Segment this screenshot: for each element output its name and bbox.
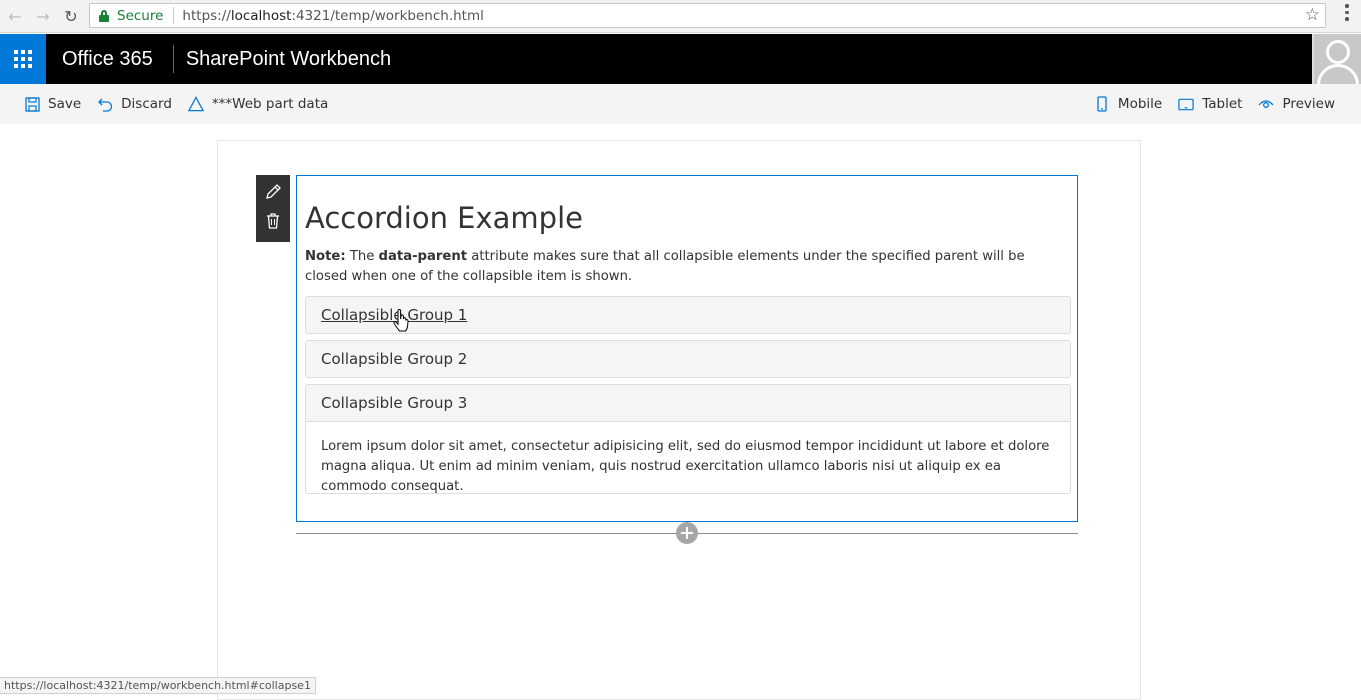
suite-bar: Office 365 SharePoint Workbench (0, 34, 1361, 84)
browser-toolbar: ← → ↻ Secure https://localhost:4321/temp… (0, 0, 1361, 33)
add-webpart-plus-icon[interactable] (676, 522, 698, 544)
tablet-icon (1178, 96, 1194, 112)
preview-button[interactable]: Preview (1250, 84, 1343, 124)
web-part-data-button[interactable]: ***Web part data (180, 84, 336, 124)
back-icon[interactable]: ← (2, 3, 28, 29)
app-title: SharePoint Workbench (185, 47, 392, 70)
avatar[interactable] (1312, 34, 1361, 84)
delete-trash-icon[interactable] (265, 212, 281, 234)
status-bar-link-preview: https://localhost:4321/temp/workbench.ht… (0, 677, 316, 694)
hand-cursor-icon (393, 309, 409, 332)
save-icon (24, 96, 40, 112)
accordion-link-group-3[interactable]: Collapsible Group 3 (321, 394, 467, 412)
accordion-body-group-3: Lorem ipsum dolor sit amet, consectetur … (305, 422, 1071, 494)
command-bar: Save Discard ***Web part data Mobile Tab… (0, 84, 1361, 124)
url-text: https://localhost:4321/temp/workbench.ht… (182, 7, 484, 24)
discard-label: Discard (121, 96, 172, 112)
mobile-button[interactable]: Mobile (1086, 84, 1170, 124)
accordion-heading-group-3[interactable]: Collapsible Group 3 (305, 384, 1071, 422)
eye-icon (1258, 96, 1274, 112)
undo-icon (97, 96, 113, 112)
triangle-icon (187, 96, 204, 112)
preview-label: Preview (1282, 96, 1335, 112)
webpart-toolbar (256, 175, 290, 242)
phone-icon (1094, 96, 1110, 112)
bookmark-star-icon[interactable]: ☆ (1305, 5, 1320, 25)
note-attribute: data-parent (378, 249, 468, 264)
app-launcher-icon[interactable] (0, 34, 46, 84)
save-label: Save (48, 96, 82, 112)
forward-icon[interactable]: → (30, 3, 56, 29)
edit-pencil-icon[interactable] (264, 183, 282, 205)
brand-divider (172, 45, 174, 73)
address-bar[interactable]: Secure https://localhost:4321/temp/workb… (89, 3, 1326, 28)
mobile-label: Mobile (1117, 96, 1163, 112)
secure-label: Secure (117, 7, 164, 24)
accordion-link-group-2[interactable]: Collapsible Group 2 (321, 350, 467, 368)
webpart-note: Note: The data-parent attribute makes su… (305, 249, 1025, 284)
note-label: Note: (305, 249, 346, 264)
tablet-label: Tablet (1202, 96, 1243, 112)
address-separator (173, 7, 175, 24)
web-part-data-label: ***Web part data (211, 96, 329, 112)
browser-menu-icon[interactable] (1345, 4, 1349, 21)
lock-icon (99, 9, 109, 22)
reload-icon[interactable]: ↻ (58, 3, 84, 29)
accordion-heading-group-1[interactable]: Collapsible Group 1 (305, 296, 1071, 334)
webpart-title: Accordion Example (305, 201, 583, 235)
tablet-button[interactable]: Tablet (1170, 84, 1250, 124)
accordion-heading-group-2[interactable]: Collapsible Group 2 (305, 340, 1071, 378)
discard-button[interactable]: Discard (89, 84, 180, 124)
save-button[interactable]: Save (16, 84, 89, 124)
brand-label[interactable]: Office 365 (62, 48, 153, 71)
accordion-webpart[interactable]: Accordion Example Note: The data-parent … (296, 175, 1078, 522)
